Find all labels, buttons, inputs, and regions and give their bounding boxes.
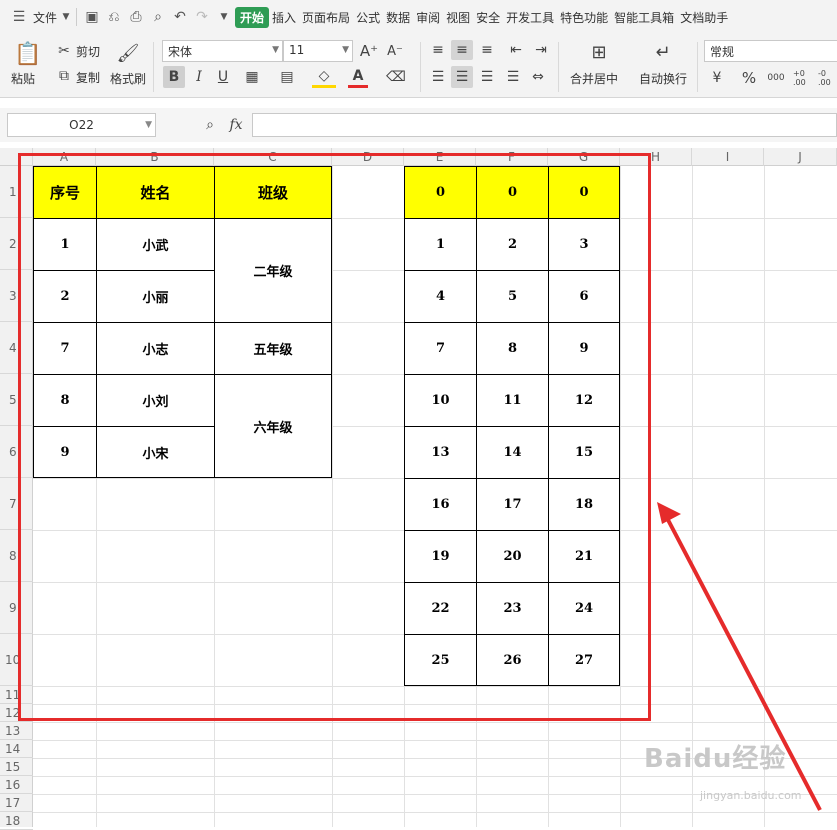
chevron-down-icon[interactable]: ▼ [60, 6, 72, 28]
chevron-down-icon: ▼ [272, 45, 279, 55]
grid-line [33, 776, 837, 777]
cell-style-icon[interactable]: ▤ [275, 66, 299, 88]
watermark-url: jingyan.baidu.com [700, 789, 802, 802]
decrease-font-icon[interactable]: A⁻ [386, 41, 404, 61]
increase-decimal-button[interactable]: +0 .00 [793, 67, 817, 89]
tab-home[interactable]: 开始 [235, 6, 270, 28]
arrow-head [657, 502, 681, 524]
grid-line [33, 812, 837, 813]
red-annotation-box [18, 153, 651, 721]
borders-icon[interactable]: ▦ [240, 66, 264, 88]
redo-icon[interactable]: ↷ [191, 6, 213, 28]
name-box[interactable]: O22 ▼ [7, 113, 156, 137]
column-header-i[interactable]: I [692, 148, 764, 166]
font-size-select[interactable]: 11 ▼ [283, 40, 353, 62]
watermark-logo: Baidu经验 [644, 744, 787, 774]
merge-center-button[interactable]: 合并居中 [570, 70, 618, 87]
underline-button[interactable]: U [213, 66, 233, 88]
align-left-icon[interactable]: ☰ [428, 66, 448, 88]
tab-page-layout[interactable]: 页面布局 [299, 9, 353, 26]
print-icon[interactable]: ⎙ [125, 6, 147, 28]
font-color-button[interactable]: A [348, 66, 368, 88]
divider [153, 42, 154, 92]
cut-button[interactable]: 剪切 [76, 43, 100, 60]
font-size-value: 11 [289, 43, 305, 57]
name-box-value: O22 [69, 118, 94, 132]
customize-icon[interactable]: ▼ [213, 6, 235, 28]
wrap-text-button[interactable]: 自动换行 [639, 70, 687, 87]
scissors-icon[interactable]: ✂ [55, 42, 73, 60]
wrap-text-icon[interactable]: ↵ [650, 40, 676, 64]
bold-button[interactable]: B [163, 66, 185, 88]
tab-features[interactable]: 特色功能 [557, 9, 611, 26]
chevron-down-icon: ▼ [342, 45, 349, 55]
row-header-13[interactable]: 13 [0, 722, 33, 740]
merge-center-icon[interactable]: ⊞ [586, 40, 612, 64]
align-right-icon[interactable]: ☰ [477, 66, 497, 88]
decrease-decimal-button[interactable]: -0 .00 [818, 67, 837, 89]
paste-icon[interactable]: 📋 [14, 40, 42, 68]
tab-review[interactable]: 审阅 [413, 9, 443, 26]
grid-line [33, 722, 837, 723]
increase-font-icon[interactable]: A⁺ [360, 41, 378, 61]
align-top-icon[interactable]: ≡ [428, 40, 448, 60]
tab-insert[interactable]: 插入 [269, 9, 299, 26]
hamburger-menu-icon[interactable]: ☰ [8, 6, 30, 28]
tab-data[interactable]: 数据 [383, 9, 413, 26]
currency-icon[interactable]: ¥ [706, 67, 728, 89]
row-header-15[interactable]: 15 [0, 758, 33, 776]
chevron-down-icon: ▼ [145, 120, 152, 130]
number-format-select[interactable]: 常规 [704, 40, 837, 62]
grid-line [764, 166, 765, 827]
copy-icon[interactable]: ⧉ [55, 67, 73, 85]
formula-bar: O22 ▼ ⌕ fx [0, 108, 837, 142]
tab-formulas[interactable]: 公式 [353, 9, 383, 26]
increase-indent-icon[interactable]: ⇥ [531, 40, 551, 60]
align-bottom-icon[interactable]: ≡ [477, 40, 497, 60]
clear-format-icon[interactable]: ⌫ [384, 66, 408, 88]
percent-button[interactable]: % [740, 67, 758, 89]
divider [76, 8, 78, 26]
row-header-14[interactable]: 14 [0, 740, 33, 758]
undo-history-icon[interactable]: ⎌ [103, 6, 125, 28]
tab-security[interactable]: 安全 [473, 9, 503, 26]
format-painter-icon[interactable]: 🖌 [116, 40, 140, 66]
file-menu[interactable]: 文件 [30, 9, 60, 26]
formula-input[interactable] [252, 113, 837, 137]
divider [558, 42, 559, 92]
print-preview-icon[interactable]: ⌕ [147, 6, 169, 28]
tab-view[interactable]: 视图 [443, 9, 473, 26]
thousands-button[interactable]: 000 [765, 67, 787, 89]
tab-developer[interactable]: 开发工具 [503, 9, 557, 26]
row-header-17[interactable]: 17 [0, 794, 33, 812]
align-center-icon[interactable]: ☰ [451, 66, 473, 88]
undo-icon[interactable]: ↶ [169, 6, 191, 28]
paste-button[interactable]: 粘贴 [11, 70, 35, 87]
column-header-j[interactable]: J [764, 148, 837, 166]
font-name-value: 宋体 [168, 45, 193, 59]
format-painter-button[interactable]: 格式刷 [110, 70, 146, 87]
zoom-function-icon[interactable]: ⌕ [200, 115, 220, 135]
divider [697, 42, 698, 92]
decrease-indent-icon[interactable]: ⇤ [506, 40, 526, 60]
italic-button[interactable]: I [189, 66, 209, 88]
divider [420, 42, 421, 92]
fill-color-icon[interactable]: ◇ [312, 66, 336, 88]
tab-smart-toolbox[interactable]: 智能工具箱 [611, 9, 677, 26]
save-icon[interactable]: ▣ [81, 6, 103, 28]
grid-line [692, 166, 693, 827]
row-header-18[interactable]: 18 [0, 812, 33, 830]
fx-icon[interactable]: fx [226, 115, 246, 135]
menu-bar: ☰ 文件 ▼ ▣ ⎌ ⎙ ⌕ ↶ ↷ ▼ 开始 插入 页面布局 公式 数据 审阅… [0, 0, 837, 34]
number-format-value: 常规 [710, 45, 735, 59]
ribbon-toolbar: 📋 粘贴 ✂ 剪切 ⧉ 复制 🖌 格式刷 宋体 ▼ 11 ▼ A⁺ A⁻ B I U… [0, 34, 837, 98]
font-name-select[interactable]: 宋体 ▼ [162, 40, 283, 62]
align-middle-icon[interactable]: ≡ [451, 40, 473, 60]
tab-doc-assistant[interactable]: 文档助手 [677, 9, 731, 26]
row-header-16[interactable]: 16 [0, 776, 33, 794]
distributed-icon[interactable]: ⇔ [528, 66, 548, 88]
justify-icon[interactable]: ☰ [503, 66, 523, 88]
copy-button[interactable]: 复制 [76, 69, 100, 86]
